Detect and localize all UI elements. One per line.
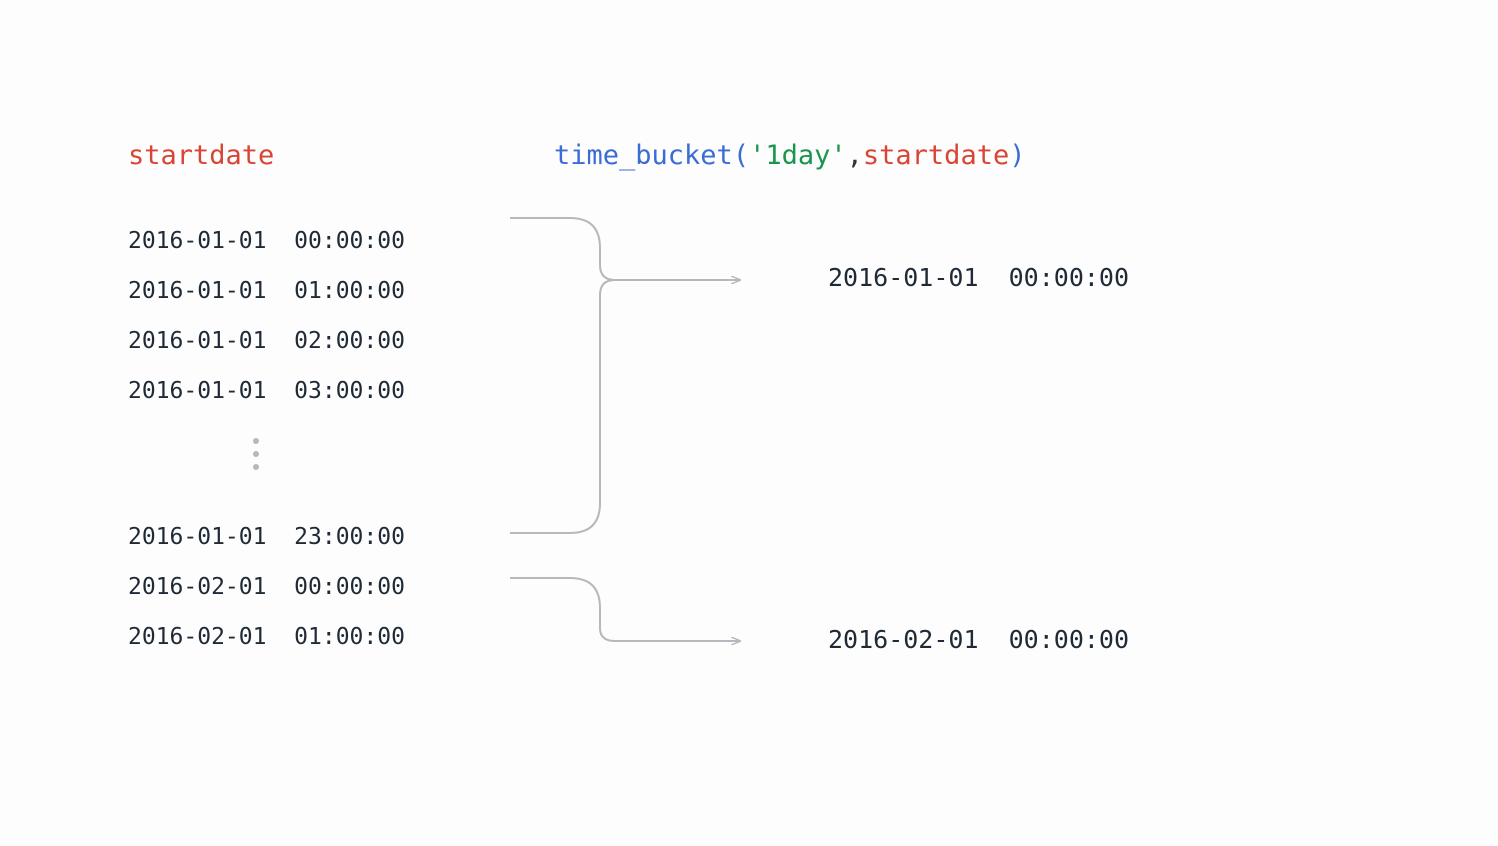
timestamp-row: 2016-01-01 03:00:00 [128,366,405,416]
timestamp-row: 2016-01-01 00:00:00 [128,216,405,266]
func-name: time_bucket [554,140,733,171]
string-literal: 1day [765,140,830,171]
bottom-timestamp-list: 2016-01-01 23:00:00 2016-02-01 00:00:00 … [128,512,405,662]
timestamp-row: 2016-01-01 23:00:00 [128,512,405,562]
bucket-result: 2016-02-01 00:00:00 [828,625,1129,654]
startdate-header: startdate [128,140,274,171]
open-paren: ( [733,140,749,171]
top-timestamp-list: 2016-01-01 00:00:00 2016-01-01 01:00:00 … [128,216,405,416]
arg-name: startdate [863,140,1009,171]
open-quote: ' [749,140,765,171]
timestamp-row: 2016-02-01 00:00:00 [128,562,405,612]
connector-lines [480,208,780,668]
time-bucket-header: time_bucket('1day',startdate) [554,140,1025,171]
close-quote: ' [830,140,846,171]
timestamp-row: 2016-02-01 01:00:00 [128,612,405,662]
comma: , [847,140,863,171]
timestamp-row: 2016-01-01 02:00:00 [128,316,405,366]
timestamp-row: 2016-01-01 01:00:00 [128,266,405,316]
bucket-result: 2016-01-01 00:00:00 [828,263,1129,292]
vertical-ellipsis-icon [253,438,259,470]
close-paren: ) [1009,140,1025,171]
